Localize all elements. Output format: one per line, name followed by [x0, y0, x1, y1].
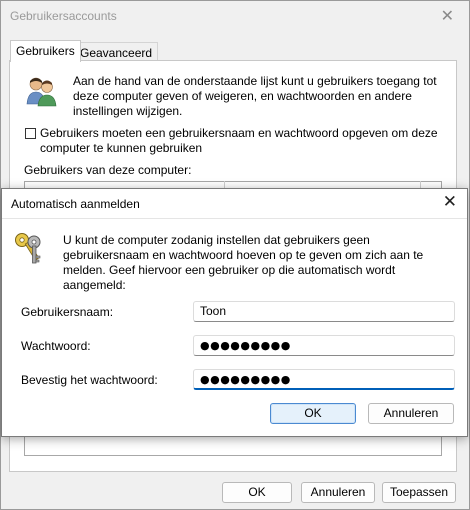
users-list-label: Gebruikers van deze computer:: [24, 163, 192, 177]
dialog-ok-button[interactable]: OK: [270, 403, 356, 424]
dialog-titlebar: Automatisch aanmelden ✕: [2, 189, 467, 219]
tab-label: Gebruikers: [16, 44, 75, 58]
username-field[interactable]: Toon: [193, 301, 455, 322]
tab-label: Geavanceerd: [80, 46, 153, 60]
cancel-button[interactable]: Annuleren: [301, 482, 375, 503]
ok-button[interactable]: OK: [222, 482, 292, 503]
password-field[interactable]: ●●●●●●●●●: [193, 335, 455, 356]
password-label: Wachtwoord:: [21, 339, 91, 353]
confirm-password-label: Bevestig het wachtwoord:: [21, 373, 158, 387]
close-icon[interactable]: ✕: [441, 6, 454, 26]
tab-geavanceerd[interactable]: Geavanceerd: [74, 42, 159, 62]
user-accounts-titlebar: Gebruikersaccounts ✕: [1, 1, 469, 31]
close-icon[interactable]: ✕: [443, 192, 457, 212]
require-login-checkbox-label[interactable]: Gebruikers moeten een gebruikersnaam en …: [40, 126, 450, 156]
tab-gebruikers[interactable]: Gebruikers: [10, 40, 81, 62]
require-login-checkbox[interactable]: [25, 128, 36, 139]
dialog-cancel-button[interactable]: Annuleren: [368, 403, 454, 424]
users-icon: [26, 77, 57, 107]
confirm-password-field[interactable]: ●●●●●●●●●: [193, 369, 455, 390]
dialog-description: U kunt de computer zodanig instellen dat…: [63, 233, 424, 292]
dialog-body: U kunt de computer zodanig instellen dat…: [2, 219, 467, 436]
dialog-title: Automatisch aanmelden: [11, 197, 140, 211]
intro-text: Aan de hand van de onderstaande lijst ku…: [73, 74, 437, 118]
apply-button[interactable]: Toepassen: [382, 482, 456, 503]
username-label: Gebruikersnaam:: [21, 305, 114, 319]
keys-icon: [15, 233, 41, 264]
auto-logon-dialog: Automatisch aanmelden ✕ U kunt de comput…: [1, 188, 468, 437]
window-title: Gebruikersaccounts: [10, 9, 117, 23]
